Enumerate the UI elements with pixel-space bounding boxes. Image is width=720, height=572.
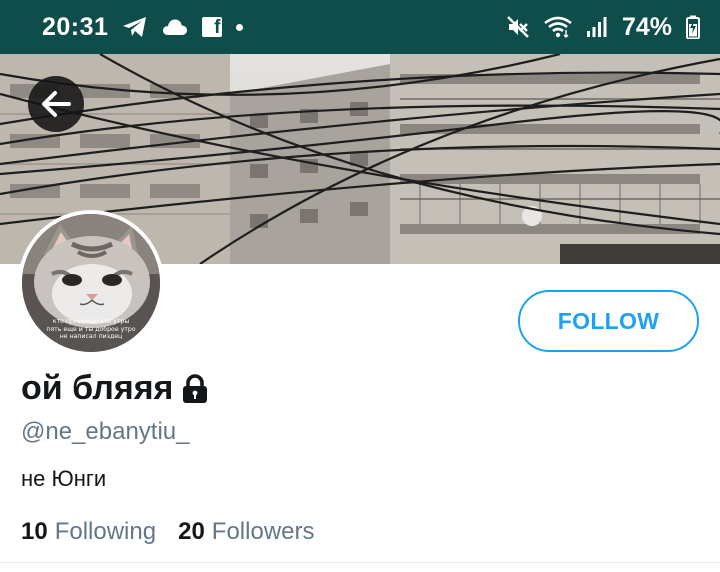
profile-handle: @ne_ebanytiu_ <box>21 418 190 445</box>
notification-dot-icon <box>236 23 244 31</box>
battery-percent: 74% <box>621 12 672 41</box>
status-time: 20:31 <box>42 12 109 41</box>
status-bar-left: 20:31 f <box>42 12 244 42</box>
lock-icon <box>181 374 209 404</box>
following-count: 10 <box>21 518 48 545</box>
following-label: Following <box>54 518 157 545</box>
profile-bio: не Юнги <box>21 466 107 491</box>
signal-icon <box>586 16 608 38</box>
followers-count: 20 <box>178 518 205 545</box>
following-stat[interactable]: 10 Following <box>21 518 156 546</box>
followers-stat[interactable]: 20 Followers <box>178 518 314 546</box>
mute-icon <box>506 15 530 39</box>
display-name-row: ой бляяя <box>21 366 209 410</box>
avatar-caption-line: кто придумал эти утры <box>52 318 130 325</box>
profile-stats: 10 Following 20 Followers <box>21 518 315 546</box>
avatar-caption-line: не написал пиздец <box>59 333 123 341</box>
cloud-icon <box>162 18 188 36</box>
wifi-icon <box>544 16 572 38</box>
status-bar-right: 74% <box>506 13 700 42</box>
status-bar: 20:31 f 74% <box>0 0 720 54</box>
battery-charging-icon <box>686 15 700 39</box>
kitten-avatar-image: кто придумал эти утры пять еще и ты добр… <box>22 214 160 352</box>
divider <box>0 562 720 563</box>
followers-label: Followers <box>211 518 315 545</box>
avatar-caption: кто придумал эти утры пять еще и ты добр… <box>22 318 160 341</box>
follow-button[interactable]: FOLLOW <box>518 290 699 352</box>
back-button[interactable] <box>28 76 84 132</box>
facebook-icon: f <box>202 17 223 37</box>
arrow-left-icon <box>40 90 72 118</box>
telegram-icon <box>122 16 148 38</box>
avatar[interactable]: кто придумал эти утры пять еще и ты добр… <box>18 210 164 356</box>
display-name: ой бляяя <box>21 368 174 407</box>
avatar-caption-line: пять еще и ты доброе утро <box>46 325 136 333</box>
